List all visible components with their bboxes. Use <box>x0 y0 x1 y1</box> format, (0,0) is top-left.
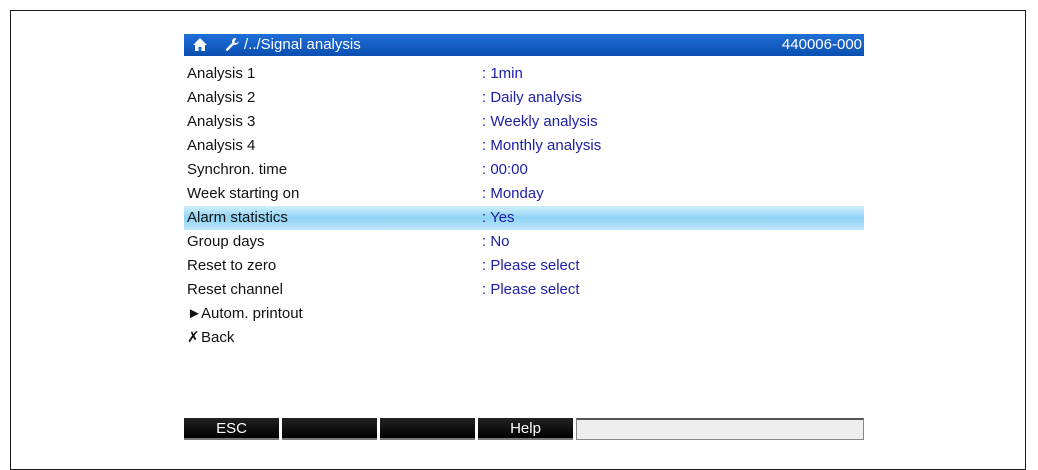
row-analysis-2[interactable]: Analysis 2 : Daily analysis <box>184 86 864 110</box>
row-label: Week starting on <box>187 185 300 202</box>
breadcrumb: /../Signal analysis <box>244 36 361 53</box>
row-alarm-statistics[interactable]: Alarm statistics : Yes <box>184 206 864 230</box>
submenu-label: Autom. printout <box>201 305 303 322</box>
row-value: : 00:00 <box>482 161 528 178</box>
status-field <box>576 418 864 440</box>
row-label: Analysis 2 <box>187 89 256 106</box>
home-icon[interactable] <box>192 37 210 53</box>
row-week-starting-on[interactable]: Week starting on : Monday <box>184 182 864 206</box>
row-value: : Monthly analysis <box>482 137 602 154</box>
row-value: : Monday <box>482 185 544 202</box>
row-value: : Yes <box>482 209 515 226</box>
row-group-days[interactable]: Group days : No <box>184 230 864 254</box>
row-synchron-time[interactable]: Synchron. time : 00:00 <box>184 158 864 182</box>
row-label: Alarm statistics <box>187 209 288 226</box>
submenu-autom-printout[interactable]: ►Autom. printout <box>184 302 864 326</box>
row-analysis-3[interactable]: Analysis 3 : Weekly analysis <box>184 110 864 134</box>
row-label: Analysis 3 <box>187 113 256 130</box>
esc-button[interactable]: ESC <box>184 418 279 440</box>
row-label: Analysis 4 <box>187 137 256 154</box>
wrench-icon <box>224 37 242 53</box>
row-value: : Please select <box>482 281 580 298</box>
softkey-bar: ESC Help <box>184 418 864 440</box>
row-analysis-1[interactable]: Analysis 1 : 1min <box>184 62 864 86</box>
row-label: Analysis 1 <box>187 65 256 82</box>
row-label: Group days <box>187 233 265 250</box>
row-label: Reset to zero <box>187 257 277 274</box>
row-reset-channel[interactable]: Reset channel : Please select <box>184 278 864 302</box>
row-label: Synchron. time <box>187 161 288 178</box>
back-x-icon: ✗ <box>187 329 200 346</box>
row-value: : Daily analysis <box>482 89 583 106</box>
row-value: : No <box>482 233 510 250</box>
row-reset-to-zero[interactable]: Reset to zero : Please select <box>184 254 864 278</box>
help-button[interactable]: Help <box>478 418 573 440</box>
row-value: : Weekly analysis <box>482 113 598 130</box>
softkey-3[interactable] <box>380 418 475 440</box>
back-label: Back <box>201 329 235 346</box>
menu-code: 440006-000 <box>781 36 862 53</box>
back-item[interactable]: ✗Back <box>184 326 864 350</box>
row-value: : 1min <box>482 65 523 82</box>
row-value: : Please select <box>482 257 580 274</box>
triangle-right-icon: ► <box>187 305 202 322</box>
row-analysis-4[interactable]: Analysis 4 : Monthly analysis <box>184 134 864 158</box>
softkey-2[interactable] <box>282 418 377 440</box>
settings-list: Analysis 1 : 1min Analysis 2 : Daily ana… <box>184 62 864 350</box>
row-label: Reset channel <box>187 281 283 298</box>
title-bar: /../Signal analysis 440006-000 <box>184 34 864 56</box>
